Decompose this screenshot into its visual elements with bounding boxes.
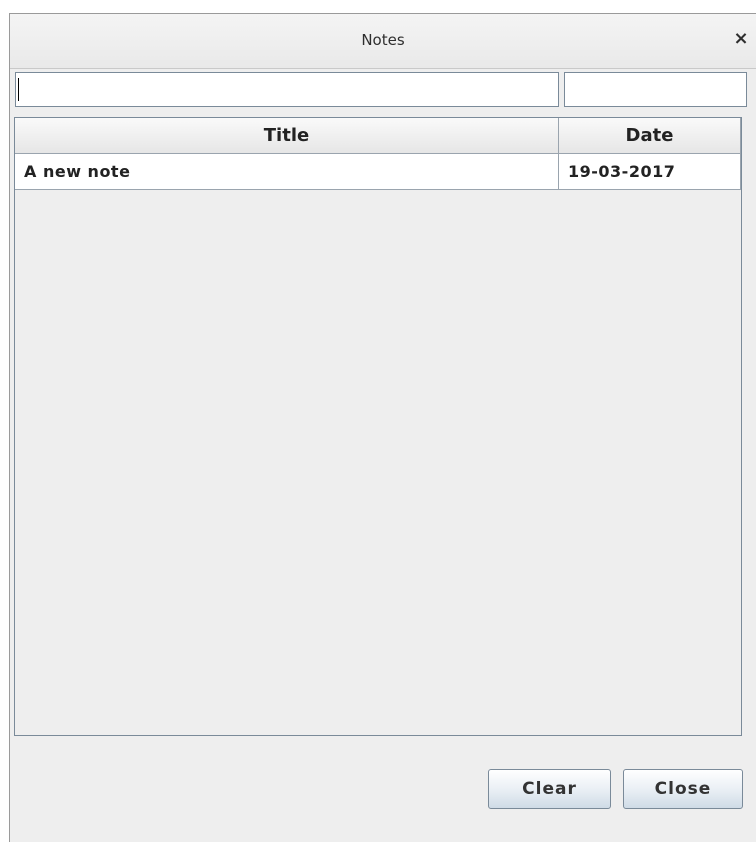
- table-header: Title Date: [15, 118, 741, 154]
- table-row[interactable]: A new note 19-03-2017: [15, 154, 741, 190]
- notes-table: Title Date A new note 19-03-2017: [14, 117, 742, 736]
- cell-date[interactable]: 19-03-2017: [559, 154, 741, 189]
- window-title: Notes: [361, 31, 405, 49]
- title-bar: Notes ×: [10, 14, 756, 69]
- column-header-date[interactable]: Date: [559, 118, 741, 153]
- cell-title[interactable]: A new note: [15, 154, 559, 189]
- column-header-title[interactable]: Title: [15, 118, 559, 153]
- close-icon[interactable]: ×: [732, 28, 750, 50]
- text-caret: [18, 78, 19, 101]
- title-filter-input[interactable]: [15, 72, 559, 107]
- date-filter-input[interactable]: [564, 72, 747, 107]
- clear-button[interactable]: Clear: [488, 769, 611, 809]
- close-button[interactable]: Close: [623, 769, 743, 809]
